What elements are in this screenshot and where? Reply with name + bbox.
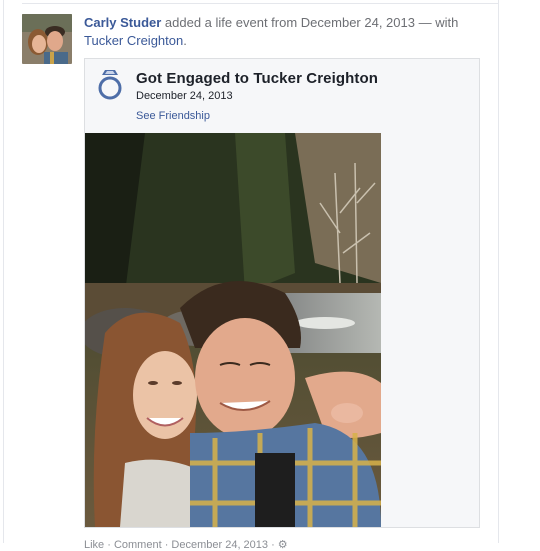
author-name-link[interactable]: Carly Studer — [84, 15, 161, 30]
story-divider — [22, 3, 498, 4]
story-footer-peek: Like · Comment · December 24, 2013 · ⚙ — [84, 539, 288, 551]
engagement-photo[interactable] — [85, 133, 381, 527]
life-event-card: Got Engaged to Tucker Creighton December… — [84, 58, 480, 528]
story-action-text: added a life event from December 24, 201… — [161, 15, 459, 30]
event-title[interactable]: Got Engaged to Tucker Creighton — [136, 70, 378, 87]
author-avatar[interactable] — [22, 14, 72, 64]
tagged-friend-link[interactable]: Tucker Creighton — [84, 33, 183, 48]
event-date: December 24, 2013 — [136, 90, 233, 102]
ring-icon — [96, 69, 124, 101]
feed-right-border — [498, 0, 499, 543]
story-end-punct: . — [183, 33, 187, 48]
feed-left-border — [3, 0, 4, 543]
see-friendship-link[interactable]: See Friendship — [136, 110, 210, 122]
story-header: Carly Studer added a life event from Dec… — [84, 14, 479, 50]
